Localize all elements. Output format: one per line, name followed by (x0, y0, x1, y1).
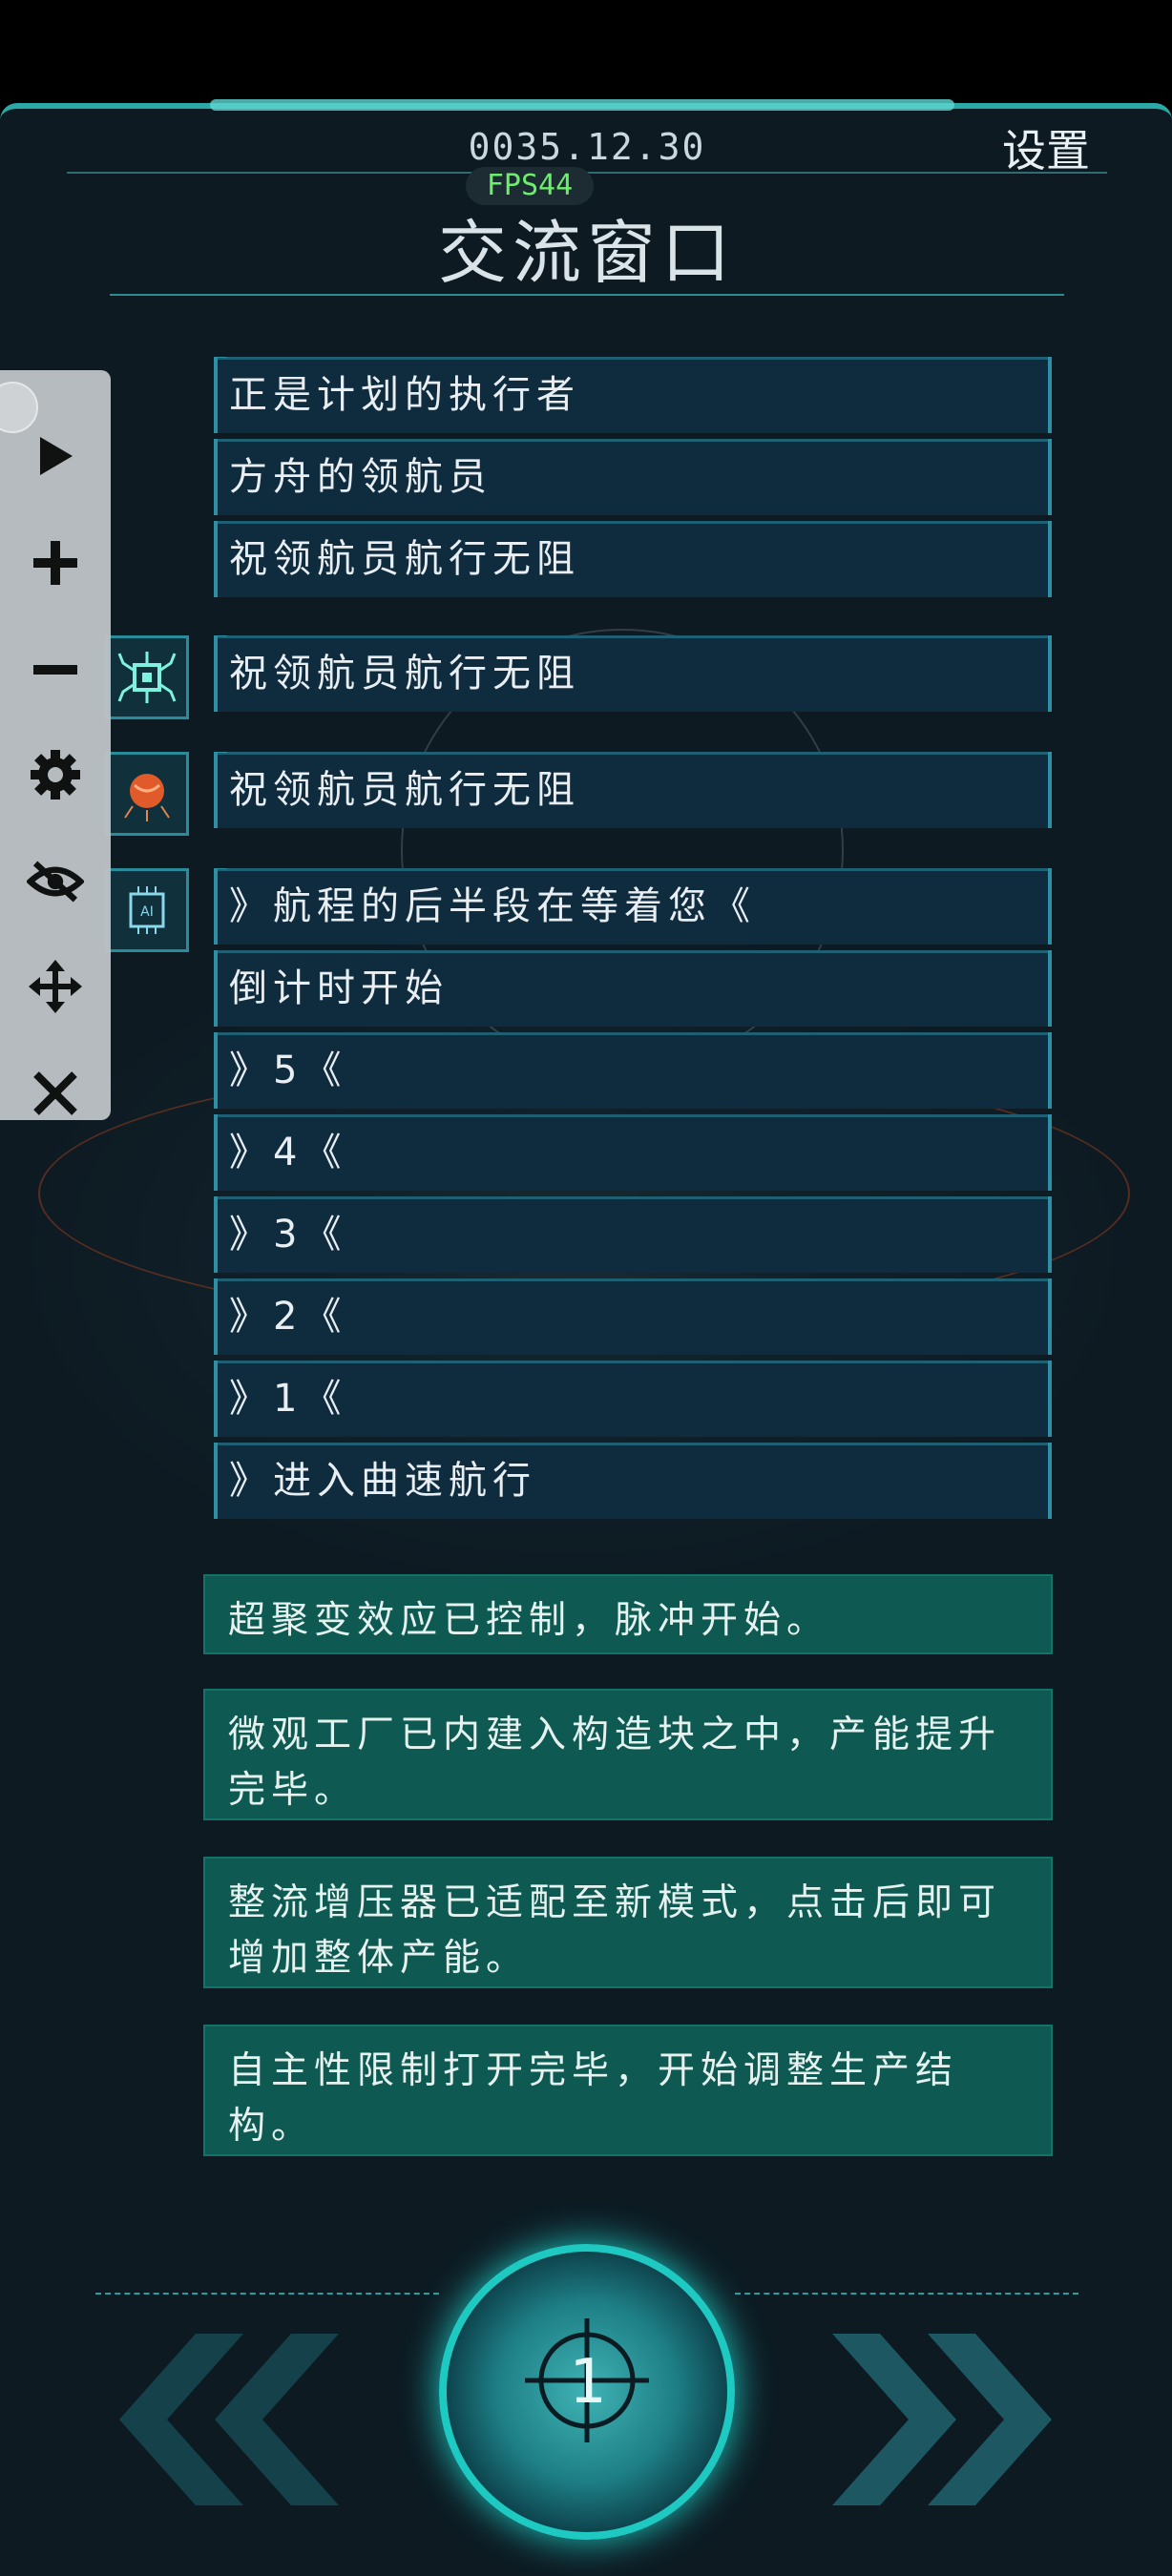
message-item: 》4《 (214, 1114, 1052, 1191)
floating-toolbar (0, 370, 111, 1120)
settings-button[interactable]: 设置 (1002, 116, 1090, 179)
eye-off-icon[interactable] (27, 853, 84, 910)
plus-icon[interactable] (27, 534, 84, 592)
message-item: 倒计时开始 (214, 950, 1052, 1027)
previous-button[interactable] (110, 2334, 348, 2509)
orange-planet-icon (105, 752, 189, 836)
notification-bubble: 自主性限制打开完毕，开始调整生产结构。 (203, 2025, 1053, 2156)
ai-chip-icon: AI (105, 868, 189, 952)
gear-icon[interactable] (27, 746, 84, 803)
notification-bubble: 超聚变效应已控制，脉冲开始。 (203, 1574, 1053, 1654)
chip-spider-icon (105, 635, 189, 719)
message-item: 方舟的领航员 (214, 439, 1052, 515)
game-date: 0035.12.30 (468, 126, 706, 168)
message-item: 》航程的后半段在等着您《 (214, 868, 1052, 945)
message-item: 祝领航员航行无阻 (214, 635, 1052, 712)
message-item: 》5《 (214, 1032, 1052, 1109)
message-item: 正是计划的执行者 (214, 357, 1052, 433)
bottom-dash-left (95, 2293, 439, 2295)
center-number: 1 (568, 2347, 606, 2418)
chip-spider-icon-svg (117, 652, 177, 703)
svg-text:AI: AI (140, 904, 154, 920)
move-icon[interactable] (27, 958, 84, 1015)
double-chevron-left-icon (119, 2334, 339, 2505)
page-title: 交流窗口 (437, 213, 736, 293)
notification-bubble: 微观工厂已内建入构造块之中，产能提升完毕。 (203, 1689, 1053, 1820)
message-item: 》2《 (214, 1278, 1052, 1355)
notification-bubble: 整流增压器已适配至新模式，点击后即可增加整体产能。 (203, 1857, 1053, 1988)
message-item: 祝领航员航行无阻 (214, 521, 1052, 597)
message-item: 》1《 (214, 1361, 1052, 1437)
minus-icon[interactable] (27, 641, 84, 698)
double-chevron-right-icon (832, 2334, 1052, 2505)
play-icon[interactable] (27, 427, 84, 485)
bottom-dash-right (735, 2293, 1078, 2295)
close-icon[interactable] (27, 1065, 84, 1122)
avatar[interactable] (0, 382, 38, 433)
message-item: 》3《 (214, 1196, 1052, 1273)
orange-planet-icon-svg (124, 774, 170, 821)
ai-chip-icon-svg: AI (129, 886, 165, 934)
message-item: 祝领航员航行无阻 (214, 752, 1052, 828)
next-button[interactable] (823, 2334, 1061, 2509)
game-screen: 0035.12.30 FPS44 设置 交流窗口 正是计划的执行者 方舟的领航员… (0, 0, 1172, 2576)
message-item: 》进入曲速航行 (214, 1443, 1052, 1519)
